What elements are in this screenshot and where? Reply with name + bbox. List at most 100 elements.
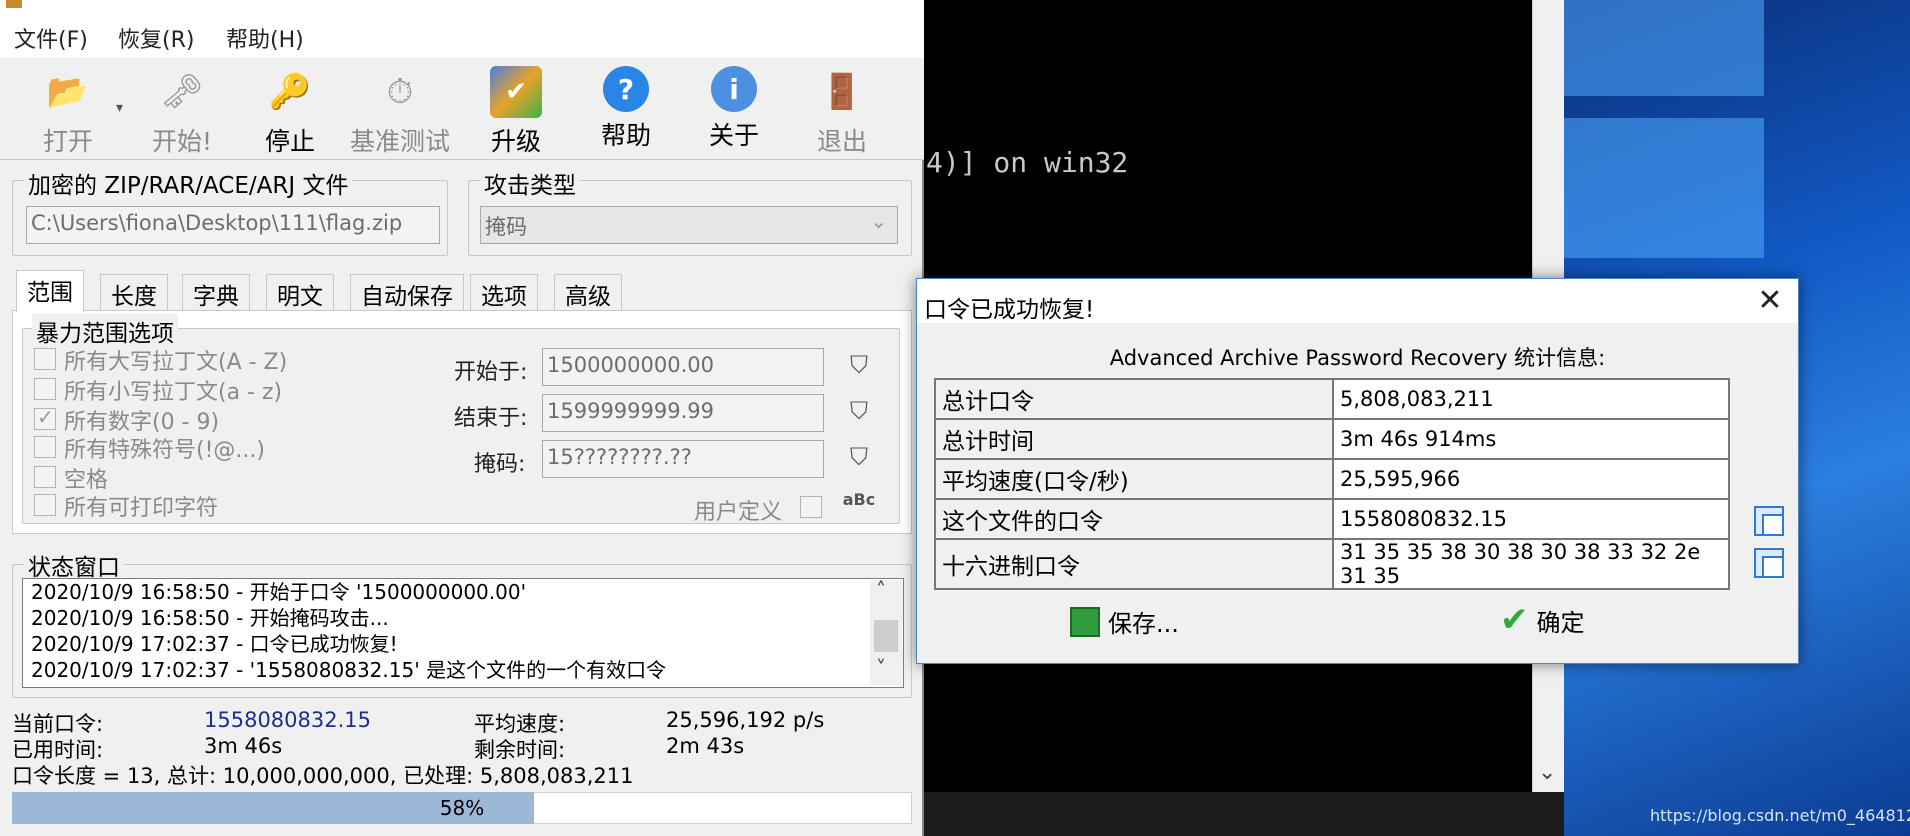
start-from-field[interactable]: 1500000000.00: [542, 348, 824, 386]
stop-label: 停止: [264, 127, 315, 156]
row-key: 总计口令: [934, 378, 1334, 420]
row-key: 这个文件的口令: [934, 498, 1334, 540]
start-label: 开始!: [151, 127, 213, 156]
row-value: 1558080832.15: [1332, 498, 1730, 540]
end-at-label: 结束于:: [454, 406, 528, 431]
upgrade-label: 升级: [490, 127, 541, 156]
lowercase-checkbox[interactable]: [34, 378, 56, 400]
mask-field[interactable]: 15????????.??: [542, 440, 824, 478]
exit-door-icon: 🚪: [820, 72, 864, 112]
save-button[interactable]: 保存...: [1070, 604, 1179, 639]
file-path-field[interactable]: C:\Users\fiona\Desktop\111\flag.zip: [26, 206, 440, 244]
ok-button[interactable]: ✔ 确定: [1500, 600, 1585, 640]
scroll-down-icon[interactable]: ⌄: [1538, 760, 1556, 785]
ok-label: 确定: [1536, 608, 1585, 637]
elapsed-value: 3m 46s: [204, 734, 283, 758]
dialog-heading: Advanced Archive Password Recovery 统计信息:: [1109, 346, 1606, 370]
row-key: 十六进制口令: [934, 538, 1334, 590]
taskbar-strip: [924, 792, 1564, 836]
table-row: 平均速度(口令/秒) 25,595,966: [934, 458, 1730, 500]
mask-picker-icon[interactable]: ⛉: [842, 442, 876, 472]
checkmark-icon: ✔: [1500, 600, 1529, 640]
windows-logo-tile: [1564, 0, 1764, 96]
remaining-value: 2m 43s: [666, 734, 745, 758]
stats-table: 总计口令 5,808,083,211 总计时间 3m 46s 914ms 平均速度(…: [934, 378, 1730, 590]
about-button[interactable]: i 关于: [684, 64, 784, 158]
table-row: 总计口令 5,808,083,211: [934, 378, 1730, 420]
upgrade-button[interactable]: ✔ 升级: [466, 64, 566, 158]
watermark-url: https://blog.csdn.net/m0_46481239: [1650, 806, 1910, 825]
attack-type-value: 掩码: [485, 215, 527, 239]
special-checkbox[interactable]: [34, 436, 56, 458]
exit-label: 退出: [816, 127, 867, 156]
attack-type-select[interactable]: 掩码 ⌄: [480, 206, 898, 244]
tab-autosave[interactable]: 自动保存: [350, 274, 464, 310]
start-from-picker-icon[interactable]: ⛉: [842, 350, 876, 380]
save-icon: [1070, 606, 1100, 637]
benchmark-button[interactable]: ⏱ 基准测试: [350, 64, 450, 158]
chevron-down-icon[interactable]: ˅: [876, 656, 886, 680]
upgrade-icon: ✔: [490, 66, 542, 118]
log-line: 2020/10/9 17:02:37 - '1558080832.15' 是这个…: [31, 658, 667, 682]
current-password-value: 1558080832.15: [204, 708, 372, 732]
summary-line: 口令长度 = 13, 总计: 10,000,000,000, 已处理: 5,80…: [12, 764, 634, 788]
file-group-title: 加密的 ZIP/RAR/ACE/ARJ 文件: [24, 166, 353, 200]
copy-password-icon[interactable]: [1754, 506, 1784, 536]
benchmark-label: 基准测试: [350, 127, 451, 156]
row-value: 31 35 35 38 30 38 30 38 33 32 2e 31 35: [1332, 538, 1730, 590]
open-button[interactable]: 📂 打开: [18, 64, 118, 158]
user-defined-label: 用户定义: [694, 500, 783, 525]
scroll-thumb[interactable]: [874, 620, 898, 652]
status-title: 状态窗口: [24, 548, 124, 582]
tab-range[interactable]: 范围: [16, 270, 84, 312]
console-text: 4)] on win32: [926, 146, 1129, 179]
menu-file[interactable]: 文件(F): [14, 22, 88, 54]
printable-checkbox[interactable]: [34, 494, 56, 516]
start-button[interactable]: 🗝 开始!: [132, 64, 232, 158]
stop-button[interactable]: 🔑 停止: [240, 64, 340, 158]
printable-label: 所有可打印字符: [64, 496, 219, 521]
exit-button[interactable]: 🚪 退出: [792, 64, 892, 158]
uppercase-checkbox[interactable]: [34, 348, 56, 370]
progress-text: 58%: [439, 796, 485, 820]
title-bar: [0, 0, 924, 14]
dialog-title: 口令已成功恢复!: [924, 297, 1095, 323]
save-label: 保存...: [1108, 610, 1179, 638]
log-line: 2020/10/9 16:58:50 - 开始掩码攻击...: [31, 606, 389, 630]
log-line: 2020/10/9 17:02:37 - 口令已成功恢复!: [31, 632, 398, 656]
tab-dictionary[interactable]: 字典: [182, 274, 250, 310]
tab-plaintext[interactable]: 明文: [266, 274, 334, 310]
status-log[interactable]: 2020/10/9 16:58:50 - 开始于口令 '1500000000.0…: [22, 578, 904, 688]
help-button[interactable]: ? 帮助: [576, 64, 676, 158]
charset-abc-icon[interactable]: aBc: [842, 484, 876, 514]
end-at-picker-icon[interactable]: ⛉: [842, 396, 876, 426]
log-scrollbar[interactable]: ˄ ˅: [870, 578, 902, 686]
row-key: 平均速度(口令/秒): [934, 458, 1334, 500]
mask-label: 掩码:: [474, 452, 526, 477]
windows-logo-tile: [1564, 118, 1764, 258]
open-dropdown-icon[interactable]: ▾: [116, 100, 123, 116]
chevron-up-icon[interactable]: ˄: [876, 578, 886, 602]
start-keys-icon: 🗝: [160, 72, 204, 112]
close-icon[interactable]: ✕: [1752, 284, 1788, 320]
table-row: 总计时间 3m 46s 914ms: [934, 418, 1730, 460]
stop-keys-icon: 🔑: [268, 72, 312, 112]
copy-hex-icon[interactable]: [1754, 548, 1784, 578]
stopwatch-icon: ⏱: [386, 72, 414, 112]
uppercase-label: 所有大写拉丁文(A - Z): [64, 350, 288, 375]
user-defined-checkbox[interactable]: [800, 496, 822, 518]
help-label: 帮助: [600, 121, 651, 150]
menu-recover[interactable]: 恢复(R): [118, 22, 194, 54]
end-at-field[interactable]: 1599999999.99: [542, 394, 824, 432]
info-icon: i: [711, 66, 757, 112]
space-checkbox[interactable]: [34, 466, 56, 488]
table-row: 这个文件的口令 1558080832.15: [934, 498, 1730, 540]
tab-options[interactable]: 选项: [470, 274, 538, 310]
row-value: 3m 46s 914ms: [1332, 418, 1730, 460]
digits-checkbox[interactable]: [34, 405, 56, 430]
tab-advanced[interactable]: 高级: [554, 274, 622, 310]
menu-help[interactable]: 帮助(H): [226, 22, 304, 54]
open-label: 打开: [42, 127, 93, 156]
tab-length[interactable]: 长度: [100, 274, 168, 310]
about-label: 关于: [708, 121, 759, 150]
